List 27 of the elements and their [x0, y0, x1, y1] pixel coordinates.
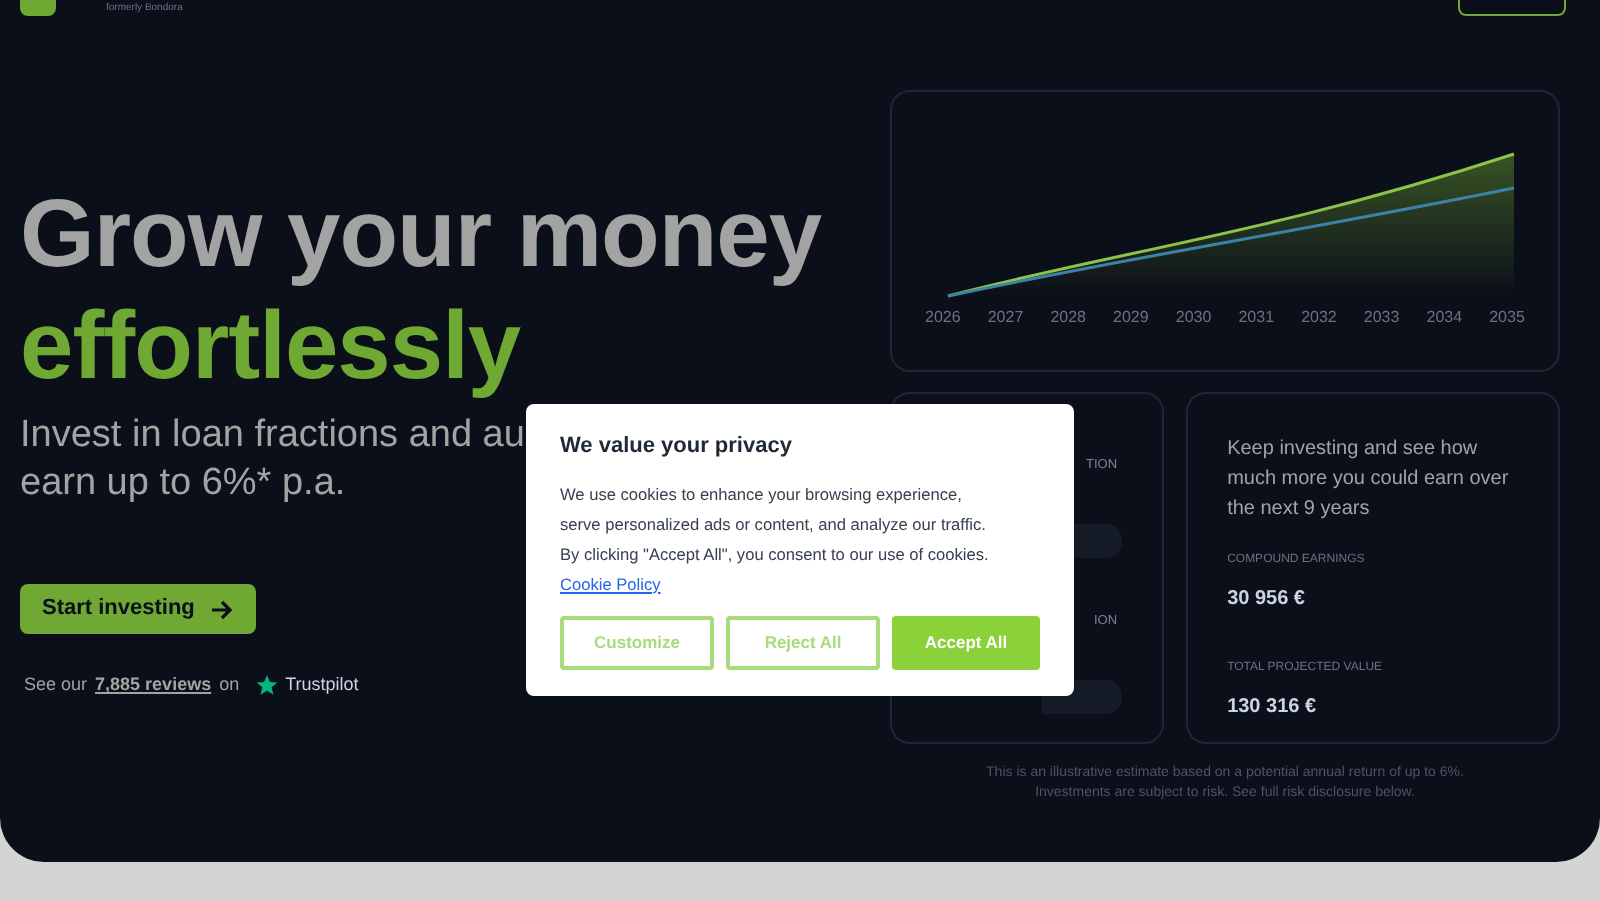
hero-subtitle: earn up to 6%* p.a. — [20, 460, 346, 508]
chart-year-label: 2031 — [1238, 306, 1275, 330]
start-investing-button[interactable]: Start investing — [20, 584, 257, 634]
cookie-policy-link[interactable]: Cookie Policy — [560, 573, 661, 593]
summary-text: Keep investing and see how much more you could earn over the next 9 years — [1227, 436, 1511, 524]
stat-value: 130 316 € — [1227, 694, 1319, 722]
reviews-prefix: See our — [24, 672, 88, 698]
hero-subtitle: Invest in loan fractions and au — [20, 412, 525, 460]
stat-value: 30 956 € — [1227, 586, 1307, 614]
chart-year-label: 2026 — [925, 306, 961, 330]
star-icon — [255, 674, 278, 697]
chart-year-label: 2028 — [1050, 306, 1086, 330]
chart-year-label: 2034 — [1426, 306, 1463, 330]
dialog-title: We value your privacy — [560, 432, 794, 462]
arrow-right-icon — [210, 599, 235, 619]
chart-year-label: 2033 — [1363, 306, 1400, 330]
hero-title: Grow your money — [20, 180, 824, 292]
trustpilot-label: Trustpilot — [285, 672, 359, 698]
chart-year-label: 2029 — [1113, 306, 1149, 330]
chart-year-label: 2027 — [987, 306, 1024, 330]
dialog-body: We use cookies to enhance your browsing experience, serve personalized ads or content, and analyze our traffic. By clicking "Accept All", you consent to our use of cookies. Cookie Policy — [560, 481, 991, 598]
reviews-on: on — [219, 672, 240, 698]
hero-title-highlight: effortlessly — [20, 292, 523, 404]
chart-year-label: 2032 — [1301, 306, 1337, 330]
chart-year-label: 2035 — [1489, 306, 1525, 330]
reviews-link[interactable]: 7,885 reviews — [95, 672, 212, 699]
chart-year-label: 2030 — [1175, 306, 1212, 330]
